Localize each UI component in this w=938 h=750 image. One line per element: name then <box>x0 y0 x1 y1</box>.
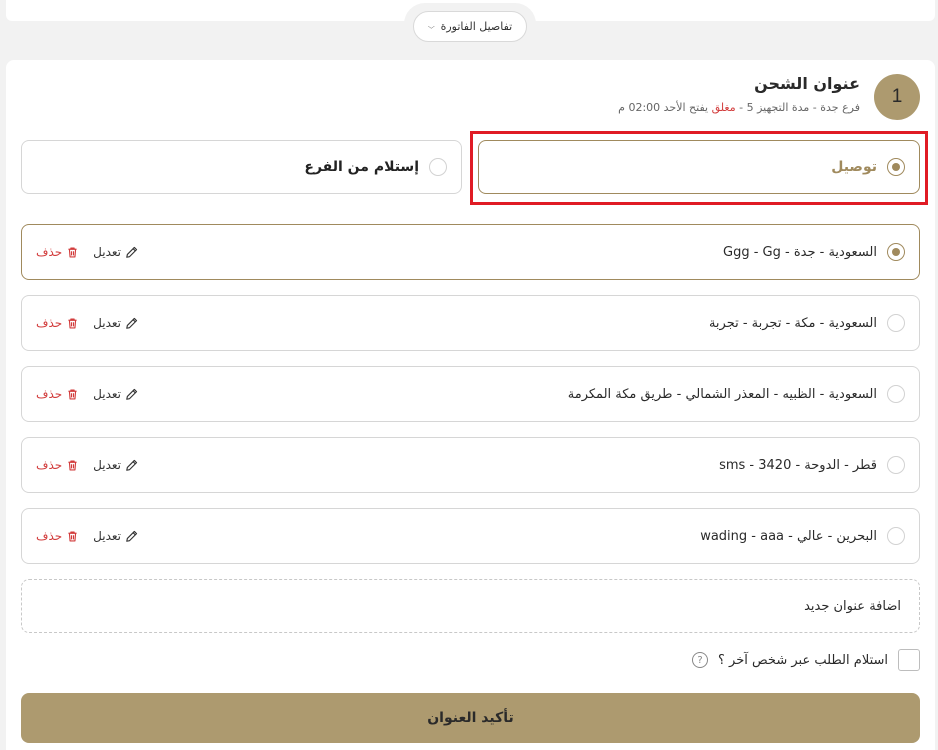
edit-address-button[interactable]: تعديل <box>93 387 138 401</box>
edit-label: تعديل <box>93 245 122 259</box>
delete-label: حذف <box>36 245 63 259</box>
address-row[interactable]: السعودية - جدة - Ggg - Gg تعديل حذف <box>21 224 920 280</box>
address-text: السعودية - جدة - Ggg - Gg <box>723 244 877 260</box>
address-radio[interactable] <box>887 243 905 261</box>
delete-address-button[interactable]: حذف <box>36 245 79 259</box>
address-radio[interactable] <box>887 527 905 545</box>
pencil-icon <box>126 530 138 542</box>
trash-icon <box>68 459 77 471</box>
add-new-address-button[interactable]: اضافة عنوان جديد <box>21 579 920 633</box>
section-title: عنوان الشحن <box>754 74 860 93</box>
address-row[interactable]: البحرين - عالي - wading - aaa تعديل حذف <box>21 508 920 564</box>
other-person-checkbox[interactable] <box>898 649 920 671</box>
address-row[interactable]: السعودية - مكة - تجربة - تجربة تعديل حذف <box>21 295 920 351</box>
edit-address-button[interactable]: تعديل <box>93 458 138 472</box>
delete-address-button[interactable]: حذف <box>36 458 79 472</box>
branch-info: فرع جدة - مدة التجهيز 5 - مغلق يفتح الأح… <box>618 101 860 114</box>
pickup-option[interactable]: إستلام من الفرع <box>21 140 462 194</box>
edit-address-button[interactable]: تعديل <box>93 245 138 259</box>
pencil-icon <box>126 459 138 471</box>
trash-icon <box>68 246 77 258</box>
address-text: السعودية - مكة - تجربة - تجربة <box>708 315 877 331</box>
delete-label: حذف <box>36 316 63 330</box>
question-mark-icon[interactable]: ? <box>692 652 709 668</box>
address-row[interactable]: السعودية - الظبيه - المعذر الشمالي - طري… <box>21 366 920 422</box>
pencil-icon <box>126 317 138 329</box>
address-text: السعودية - الظبيه - المعذر الشمالي - طري… <box>567 386 877 402</box>
pencil-icon <box>126 246 138 258</box>
delete-address-button[interactable]: حذف <box>36 387 79 401</box>
address-radio[interactable] <box>887 314 905 332</box>
address-radio[interactable] <box>887 456 905 474</box>
address-text: البحرين - عالي - wading - aaa <box>700 528 877 544</box>
chevron-down-icon: ⌵ <box>427 23 435 30</box>
delete-label: حذف <box>36 529 63 543</box>
trash-icon <box>68 530 77 542</box>
delete-address-button[interactable]: حذف <box>36 529 79 543</box>
branch-info-prefix: فرع جدة - مدة التجهيز 5 - <box>739 101 860 114</box>
confirm-address-button[interactable]: تأكيد العنوان <box>21 693 920 743</box>
step-number-badge: 1 <box>874 74 920 120</box>
edit-address-button[interactable]: تعديل <box>93 529 138 543</box>
delete-label: حذف <box>36 458 63 472</box>
trash-icon <box>68 317 77 329</box>
delete-label: حذف <box>36 387 63 401</box>
pencil-icon <box>126 388 138 400</box>
pickup-label: إستلام من الفرع <box>304 159 419 175</box>
delete-address-button[interactable]: حذف <box>36 316 79 330</box>
edit-label: تعديل <box>93 387 122 401</box>
other-person-option: استلام الطلب عبر شخص آخر ؟ ? <box>692 649 920 671</box>
edit-address-button[interactable]: تعديل <box>93 316 138 330</box>
edit-label: تعديل <box>93 529 122 543</box>
address-row[interactable]: قطر - الدوحة - 3420 - sms تعديل حذف <box>21 437 920 493</box>
other-person-label: استلام الطلب عبر شخص آخر ؟ <box>718 652 888 668</box>
pickup-radio[interactable] <box>429 158 447 176</box>
highlight-annotation <box>470 131 928 205</box>
trash-icon <box>68 388 77 400</box>
invoice-details-label: تفاصيل الفاتورة <box>440 20 513 33</box>
edit-label: تعديل <box>93 458 122 472</box>
address-text: قطر - الدوحة - 3420 - sms <box>719 457 877 473</box>
add-new-address-label: اضافة عنوان جديد <box>804 598 901 614</box>
edit-label: تعديل <box>93 316 122 330</box>
branch-status: مغلق <box>711 101 736 114</box>
invoice-details-toggle[interactable]: تفاصيل الفاتورة ⌵ <box>413 11 527 42</box>
branch-info-suffix: يفتح الأحد 02:00 م <box>618 101 709 114</box>
address-radio[interactable] <box>887 385 905 403</box>
